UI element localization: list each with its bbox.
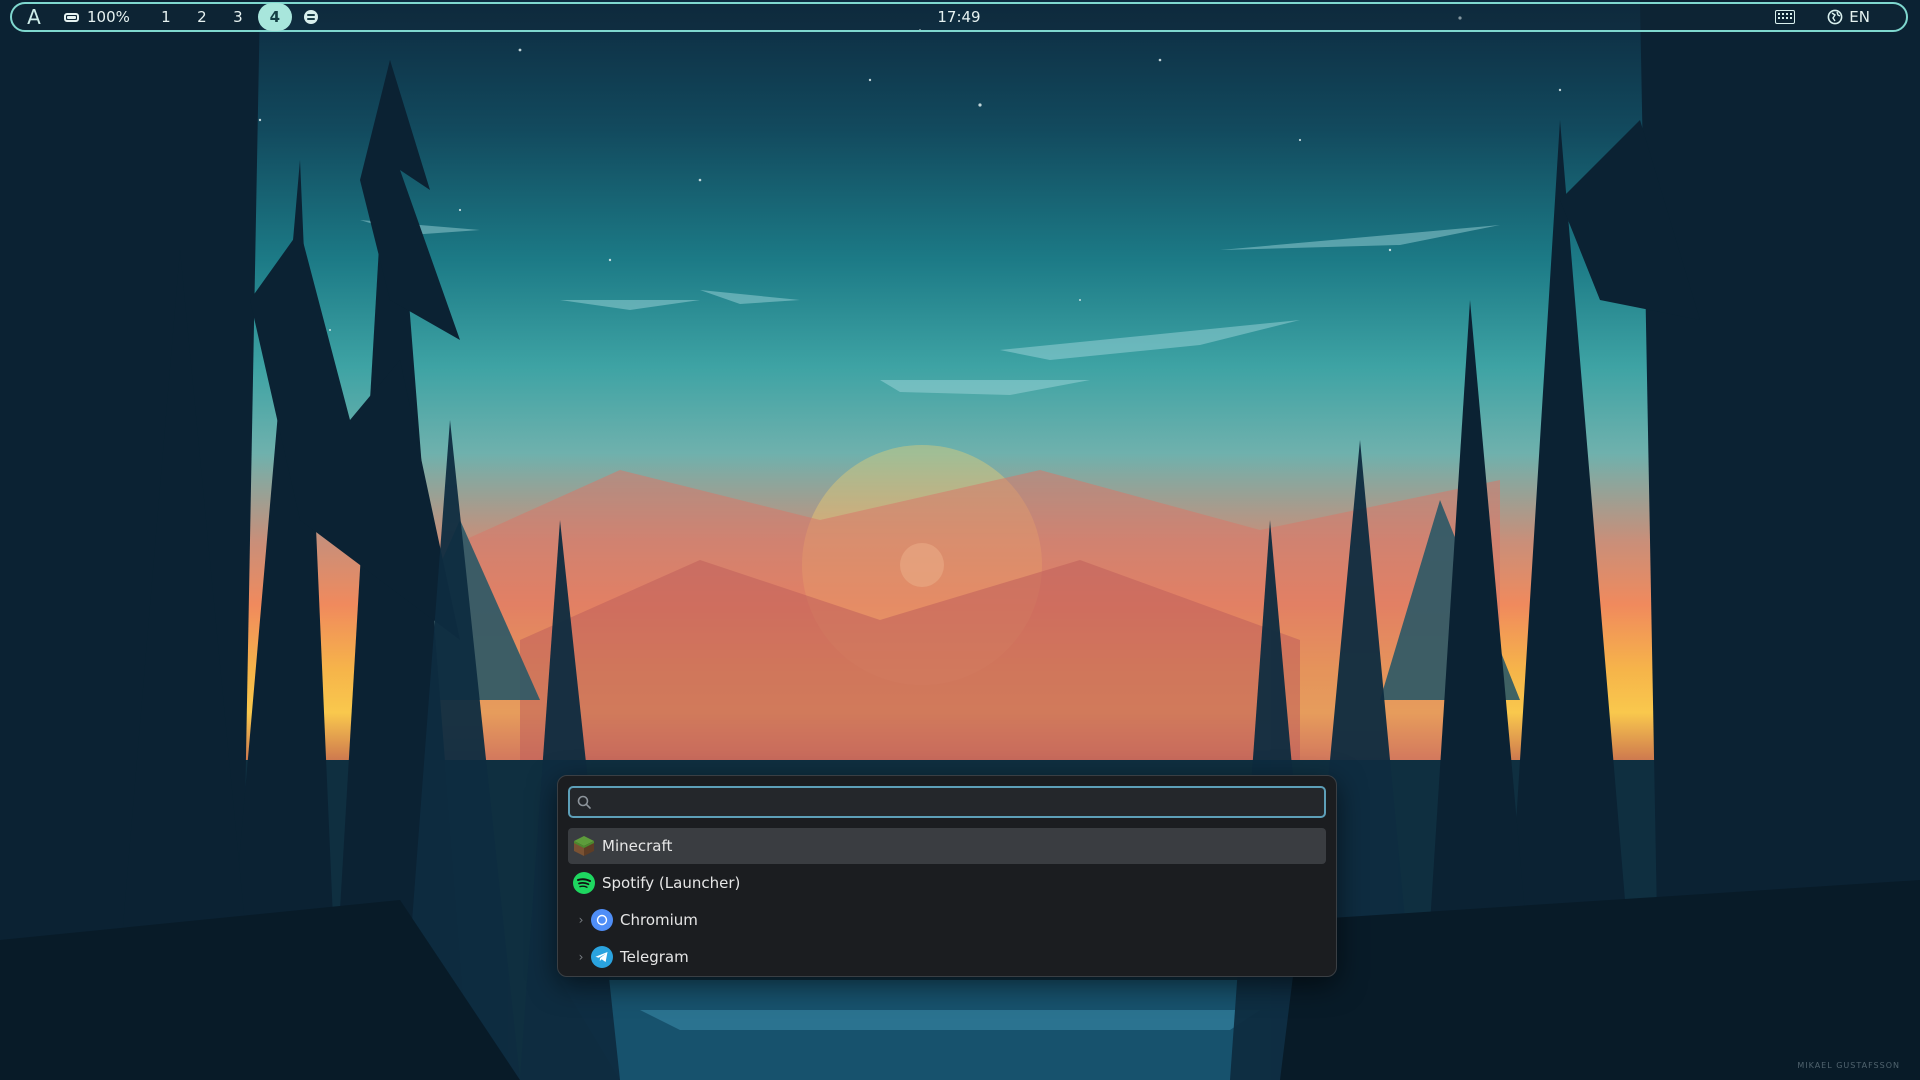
search-input[interactable] <box>598 788 1324 816</box>
results-list: Minecraft Spotify (Launcher) › Chromium … <box>568 828 1326 976</box>
workspace-1[interactable]: 1 <box>148 2 184 32</box>
result-label: Spotify (Launcher) <box>602 874 741 892</box>
chevron-right-icon[interactable]: › <box>574 913 588 927</box>
top-bar: A 100% 1 2 3 4 17:49 EN <box>10 2 1908 32</box>
result-minecraft[interactable]: Minecraft <box>568 828 1326 864</box>
result-telegram[interactable]: › Telegram <box>568 939 1326 975</box>
workspace-4-active[interactable]: 4 <box>257 3 292 31</box>
battery-icon <box>64 12 79 22</box>
workspace-2[interactable]: 2 <box>184 2 220 32</box>
spotify-icon[interactable] <box>303 10 318 24</box>
minecraft-icon <box>574 836 594 856</box>
chromium-icon <box>591 909 613 931</box>
battery-indicator[interactable]: 100% <box>64 8 130 26</box>
arch-logo-icon[interactable]: A <box>18 4 50 30</box>
result-chromium[interactable]: › Chromium <box>568 902 1326 938</box>
result-label: Chromium <box>620 911 698 929</box>
search-box[interactable] <box>568 786 1326 818</box>
workspace-switcher: 1 2 3 4 <box>148 2 294 32</box>
battery-label: 100% <box>87 8 130 26</box>
result-spotify[interactable]: Spotify (Launcher) <box>568 865 1326 901</box>
globe-icon[interactable] <box>1827 9 1843 25</box>
wallpaper-signature: MIKAEL GUSTAFSSON <box>1797 1061 1900 1070</box>
result-label: Telegram <box>620 948 689 966</box>
right-tray: EN <box>1775 8 1870 26</box>
language-label[interactable]: EN <box>1849 8 1870 26</box>
clock-container: 17:49 <box>12 4 1906 30</box>
result-label: Minecraft <box>602 837 673 855</box>
clock[interactable]: 17:49 <box>937 8 980 26</box>
workspace-3[interactable]: 3 <box>220 2 256 32</box>
desktop: A 100% 1 2 3 4 17:49 EN Minecraft Spotif… <box>0 0 1920 1080</box>
telegram-icon <box>591 946 613 968</box>
app-launcher: Minecraft Spotify (Launcher) › Chromium … <box>557 775 1337 977</box>
search-icon <box>577 795 591 809</box>
spotify-icon <box>573 872 595 894</box>
chevron-right-icon[interactable]: › <box>574 950 588 964</box>
keyboard-icon[interactable] <box>1775 10 1796 24</box>
